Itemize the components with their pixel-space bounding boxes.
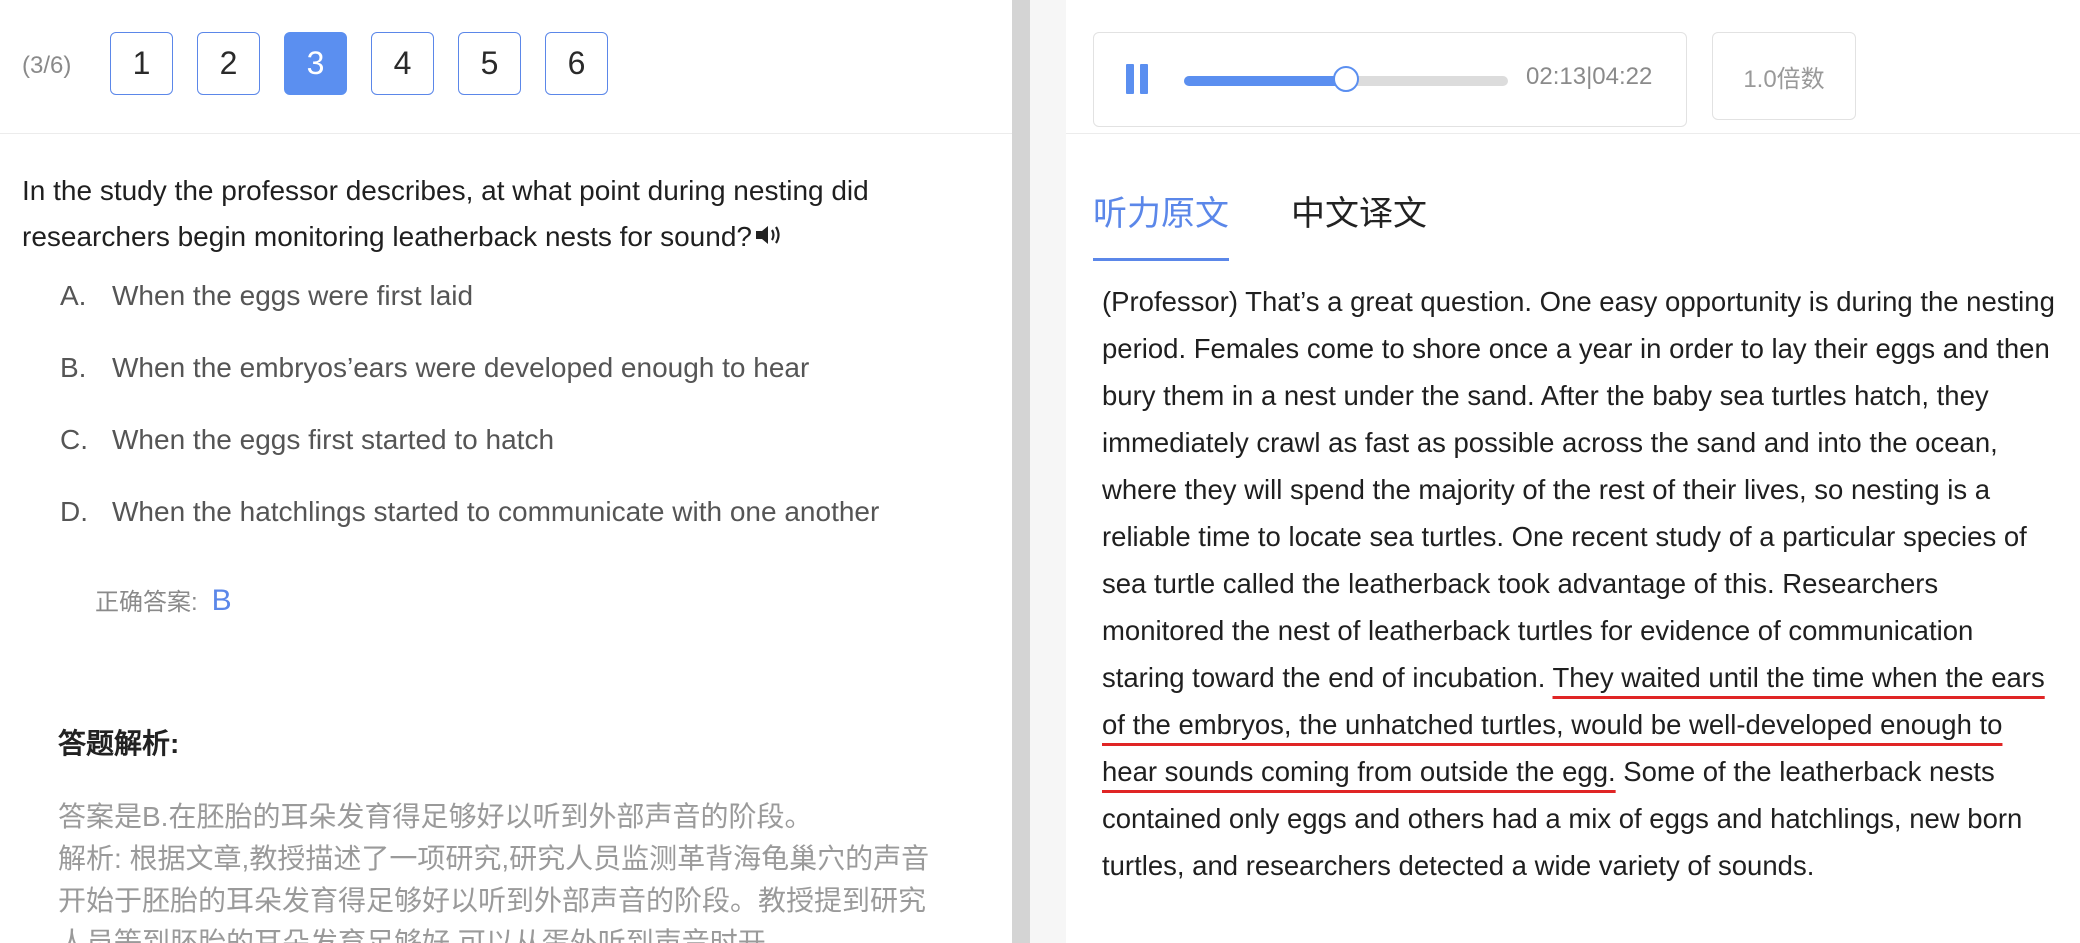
audio-current-time: 02:13 bbox=[1526, 63, 1587, 90]
transcript-text: (Professor) That’s a great question. One… bbox=[1102, 278, 2062, 889]
question-button-1[interactable]: 1 bbox=[110, 32, 173, 95]
option-letter: C. bbox=[60, 424, 88, 455]
tab-chinese-translation[interactable]: 中文译文 bbox=[1291, 186, 1427, 261]
audio-progress-fill bbox=[1184, 76, 1346, 86]
question-button-5[interactable]: 5 bbox=[458, 32, 521, 95]
option-d[interactable]: D. When the hatchlings started to commun… bbox=[60, 496, 879, 568]
correct-answer: 正确答案: B bbox=[95, 582, 232, 618]
analysis-line-1: 答案是B.在胚胎的耳朵发育得足够好以听到外部声音的阶段。 bbox=[58, 801, 813, 832]
pane-divider bbox=[1030, 0, 1066, 943]
audio-progress-handle[interactable] bbox=[1333, 66, 1359, 92]
transcript-before: (Professor) That’s a great question. One… bbox=[1102, 286, 2055, 693]
speaker-icon[interactable] bbox=[754, 216, 786, 262]
option-letter: B. bbox=[60, 352, 87, 383]
option-letter: D. bbox=[60, 496, 88, 527]
audio-total-time: 04:22 bbox=[1592, 63, 1653, 90]
correct-answer-label: 正确答案: bbox=[95, 589, 198, 616]
option-text: When the hatchlings started to communica… bbox=[112, 496, 880, 527]
analysis-line-2: 解析: 根据文章,教授描述了一项研究,研究人员监测革背海龟巢穴的声音开始于胚胎的… bbox=[58, 843, 930, 943]
option-b[interactable]: B. When the embryos’ears were developed … bbox=[60, 352, 879, 424]
answer-options: A. When the eggs were first laid B. When… bbox=[60, 280, 879, 568]
playback-speed-button[interactable]: 1.0倍数 bbox=[1712, 32, 1856, 120]
header-divider bbox=[1066, 133, 2080, 134]
question-number-buttons: 1 2 3 4 5 6 bbox=[110, 32, 632, 95]
transcript-tabs: 听力原文 中文译文 bbox=[1093, 186, 1489, 261]
audio-time: 02:13|04:22 bbox=[1526, 63, 1652, 91]
question-text-block: In the study the professor describes, at… bbox=[22, 168, 952, 262]
question-button-2[interactable]: 2 bbox=[197, 32, 260, 95]
analysis-body: 答案是B.在胚胎的耳朵发育得足够好以听到外部声音的阶段。 解析: 根据文章,教授… bbox=[58, 796, 938, 943]
option-text: When the eggs were first laid bbox=[112, 280, 474, 311]
pane-scrollbar[interactable] bbox=[1012, 0, 1030, 943]
question-pane: (3/6) 1 2 3 4 5 6 In the study the profe… bbox=[0, 0, 1012, 943]
option-a[interactable]: A. When the eggs were first laid bbox=[60, 280, 879, 352]
option-text: When the eggs first started to hatch bbox=[112, 424, 555, 455]
transcript-pane: 02:13|04:22 1.0倍数 听力原文 中文译文 (Professor) … bbox=[1066, 0, 2080, 943]
option-text: When the embryos’ears were developed eno… bbox=[112, 352, 810, 383]
question-button-6[interactable]: 6 bbox=[545, 32, 608, 95]
question-progress: (3/6) bbox=[22, 52, 72, 79]
question-text: In the study the professor describes, at… bbox=[22, 175, 869, 252]
question-navigator: (3/6) 1 2 3 4 5 6 bbox=[0, 0, 1012, 134]
audio-progress-track[interactable] bbox=[1184, 66, 1508, 92]
question-button-3-active[interactable]: 3 bbox=[284, 32, 347, 95]
option-c[interactable]: C. When the eggs first started to hatch bbox=[60, 424, 879, 496]
analysis-title: 答题解析: bbox=[58, 728, 180, 759]
tab-original-transcript[interactable]: 听力原文 bbox=[1093, 186, 1229, 261]
question-button-4[interactable]: 4 bbox=[371, 32, 434, 95]
audio-player: 02:13|04:22 bbox=[1093, 32, 1687, 127]
pause-icon[interactable] bbox=[1126, 64, 1148, 94]
correct-answer-value: B bbox=[211, 584, 232, 617]
option-letter: A. bbox=[60, 280, 87, 311]
